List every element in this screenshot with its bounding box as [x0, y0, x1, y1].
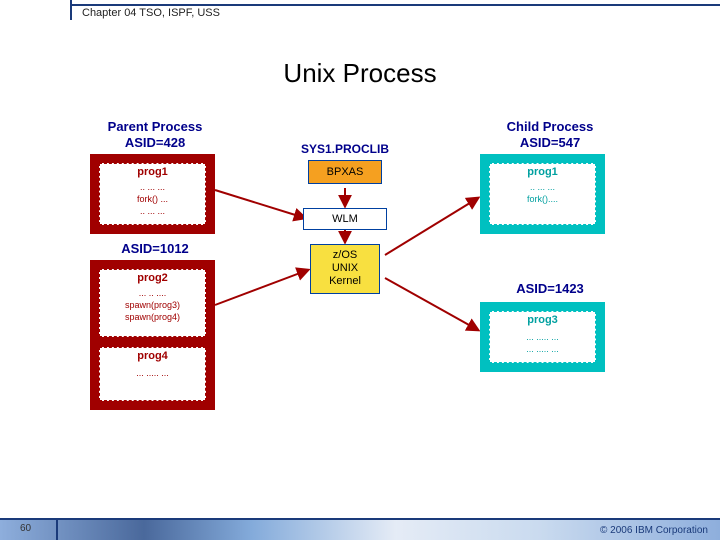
- child-prog3-label: prog3: [490, 314, 595, 326]
- prog2-label: prog2: [100, 272, 205, 284]
- child-box-2: prog3 ... ..... ... ... ..... ...: [480, 302, 605, 372]
- parent-process-label: Parent Process: [90, 120, 220, 134]
- header-rule: [70, 4, 720, 6]
- child-prog1-line1: .. ... ...: [490, 182, 595, 194]
- slide-footer: 60 © 2006 IBM Corporation: [0, 514, 720, 540]
- parent-box-1: prog1 .. ... ... fork() ... .. ... ...: [90, 154, 215, 234]
- chapter-label: Chapter 04 TSO, ISPF, USS: [82, 7, 220, 19]
- child-prog1-line2: fork()....: [490, 194, 595, 206]
- prog4-line: ... ..... ...: [100, 368, 205, 380]
- wlm-box: WLM: [303, 208, 387, 230]
- child-prog3-line1: ... ..... ...: [490, 332, 595, 344]
- bpxas-box: BPXAS: [308, 160, 382, 184]
- kernel-box: z/OS UNIX Kernel: [310, 244, 380, 294]
- child1-asid-label: ASID=547: [485, 136, 615, 150]
- parent2-asid-label: ASID=1012: [90, 242, 220, 256]
- parent-asid-label: ASID=428: [90, 136, 220, 150]
- prog2-spawn2: spawn(prog4): [100, 312, 205, 324]
- child-prog1-label: prog1: [490, 166, 595, 178]
- prog1-line1: .. ... ...: [100, 182, 205, 194]
- prog2-spawn1: spawn(prog3): [100, 300, 205, 312]
- prog1-label: prog1: [100, 166, 205, 178]
- slide-title: Unix Process: [0, 58, 720, 89]
- footer-tick: [56, 520, 58, 540]
- prog1-line2: fork() ...: [100, 194, 205, 206]
- parent-box-2: prog2 ... .. .... spawn(prog3) spawn(pro…: [90, 260, 215, 410]
- child2-asid-label: ASID=1423: [485, 282, 615, 296]
- slide: Chapter 04 TSO, ISPF, USS Unix Process P…: [0, 0, 720, 540]
- sys-proclib-label: SYS1.PROCLIB: [285, 142, 405, 156]
- slide-header: Chapter 04 TSO, ISPF, USS: [0, 0, 720, 28]
- copyright: © 2006 IBM Corporation: [600, 525, 708, 536]
- prog4-label: prog4: [100, 350, 205, 362]
- diagram: Parent Process ASID=428 prog1 .. ... ...…: [80, 120, 640, 450]
- child-prog3-line2: ... ..... ...: [490, 344, 595, 356]
- prog2-line1: ... .. ....: [100, 288, 205, 300]
- page-number: 60: [20, 523, 31, 534]
- child-process-label: Child Process: [485, 120, 615, 134]
- header-tick: [70, 0, 72, 20]
- child-box-1: prog1 .. ... ... fork()....: [480, 154, 605, 234]
- prog1-line3: .. ... ...: [100, 206, 205, 218]
